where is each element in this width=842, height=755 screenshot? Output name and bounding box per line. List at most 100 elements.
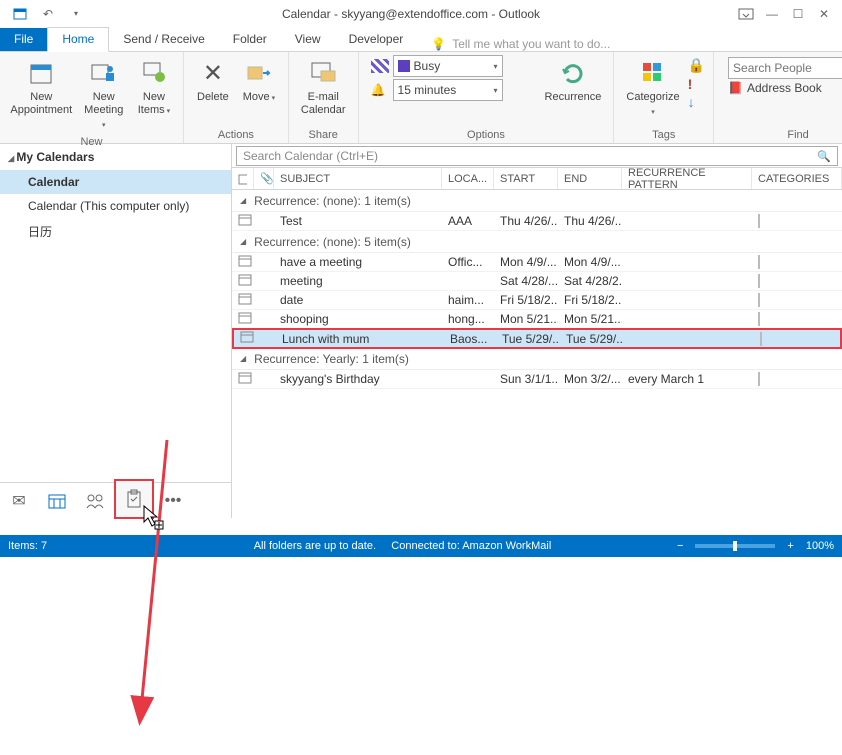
ribbon-group-new: New Appointment New Meeting New Items Ne… xyxy=(0,52,184,143)
maximize-icon[interactable]: ☐ xyxy=(786,3,810,25)
table-row[interactable]: datehaim...Fri 5/18/2...Fri 5/18/2... xyxy=(232,291,842,310)
table-row[interactable]: TestAAAThu 4/26/...Thu 4/26/... xyxy=(232,212,842,231)
undo-icon[interactable]: ↶ xyxy=(36,3,60,25)
search-calendar-input[interactable]: Search Calendar (Ctrl+E) xyxy=(236,146,838,166)
recurrence-icon xyxy=(557,57,589,89)
close-icon[interactable]: ✕ xyxy=(812,3,836,25)
show-as-combo[interactable]: Busy xyxy=(393,55,503,77)
email-calendar-icon xyxy=(307,57,339,89)
window-menu-icon[interactable] xyxy=(8,3,32,25)
col-recurrence[interactable]: RECURRENCE PATTERN xyxy=(622,168,752,189)
nav-item-calendar[interactable]: Calendar xyxy=(0,170,231,194)
cell-categories xyxy=(752,293,842,307)
zoom-out-icon[interactable]: − xyxy=(677,540,683,552)
cell-start: Fri 5/18/2... xyxy=(494,293,558,307)
table-row[interactable]: Lunch with mumBaos...Tue 5/29/...Tue 5/2… xyxy=(232,328,842,349)
calendar-item-icon xyxy=(232,372,254,387)
cell-categories xyxy=(752,312,842,326)
qat-customize-icon[interactable]: ▾ xyxy=(64,3,88,25)
cell-start: Mon 5/21... xyxy=(494,312,558,326)
group-label-share: Share xyxy=(297,127,350,141)
group-row[interactable]: Recurrence: Yearly: 1 item(s) xyxy=(232,348,842,370)
search-people-input[interactable] xyxy=(728,57,842,79)
address-book-button[interactable]: 📕 Address Book xyxy=(728,81,842,95)
col-end[interactable]: END xyxy=(558,168,622,189)
new-meeting-button[interactable]: New Meeting xyxy=(79,55,129,134)
group-row[interactable]: Recurrence: (none): 1 item(s) xyxy=(232,190,842,212)
nav-switcher: ✉ ••• xyxy=(0,482,231,518)
cell-end: Thu 4/26/... xyxy=(558,214,622,228)
cell-end: Tue 5/29/... xyxy=(560,332,624,346)
new-items-button[interactable]: New Items xyxy=(133,55,175,134)
calendar-item-icon xyxy=(232,214,254,229)
minimize-icon[interactable]: — xyxy=(760,3,784,25)
people-icon[interactable] xyxy=(76,483,114,519)
cell-subject: meeting xyxy=(274,274,442,288)
group-row[interactable]: Recurrence: (none): 5 item(s) xyxy=(232,231,842,253)
cell-location: hong... xyxy=(442,312,494,326)
tab-view[interactable]: View xyxy=(281,28,335,51)
calendar-item-icon xyxy=(232,274,254,289)
grid-header: 📎 SUBJECT LOCA... START END RECURRENCE P… xyxy=(232,168,842,190)
col-start[interactable]: START xyxy=(494,168,558,189)
table-row[interactable]: shoopinghong...Mon 5/21...Mon 5/21... xyxy=(232,310,842,329)
cell-location: Baos... xyxy=(444,332,496,346)
zoom-in-icon[interactable]: + xyxy=(787,540,793,552)
col-attachment[interactable]: 📎 xyxy=(254,168,274,189)
tab-folder[interactable]: Folder xyxy=(219,28,281,51)
tab-file[interactable]: File xyxy=(0,28,47,51)
status-connection: Connected to: Amazon WorkMail xyxy=(391,540,551,552)
cell-subject: have a meeting xyxy=(274,255,442,269)
ribbon-options-icon[interactable] xyxy=(734,3,758,25)
nav-item-calendar-local[interactable]: Calendar (This computer only) xyxy=(0,194,231,218)
private-icon[interactable]: 🔒 xyxy=(688,57,705,74)
table-row[interactable]: have a meetingOffic...Mon 4/9/...Mon 4/9… xyxy=(232,253,842,272)
col-categories[interactable]: CATEGORIES xyxy=(752,168,842,189)
calendar-item-icon xyxy=(232,293,254,308)
reminder-combo[interactable]: 15 minutes xyxy=(393,79,503,101)
move-button[interactable]: Move xyxy=(238,55,280,127)
calendar-item-icon xyxy=(234,331,256,346)
ribbon-group-tags: Categorize 🔒 ! ↓ Tags xyxy=(614,52,714,143)
bulb-icon: 💡 xyxy=(431,37,446,51)
table-row[interactable]: meetingSat 4/28/...Sat 4/28/2... xyxy=(232,272,842,291)
cell-subject: shooping xyxy=(274,312,442,326)
col-subject[interactable]: SUBJECT xyxy=(274,168,442,189)
col-icon[interactable] xyxy=(232,168,254,189)
low-importance-icon[interactable]: ↓ xyxy=(688,94,705,110)
tell-me-text: Tell me what you want to do... xyxy=(452,37,610,51)
cell-location: AAA xyxy=(442,214,494,228)
nav-item-calendar-cn[interactable]: 日历 xyxy=(0,218,231,245)
recurrence-button[interactable]: Recurrence xyxy=(541,55,606,127)
tab-home[interactable]: Home xyxy=(47,27,109,52)
appointment-icon xyxy=(25,57,57,89)
high-importance-icon[interactable]: ! xyxy=(688,76,705,92)
cell-location: haim... xyxy=(442,293,494,307)
cell-start: Sun 3/1/1... xyxy=(494,372,558,386)
tell-me-search[interactable]: 💡 Tell me what you want to do... xyxy=(431,37,610,51)
col-location[interactable]: LOCA... xyxy=(442,168,494,189)
cell-subject: skyyang's Birthday xyxy=(274,372,442,386)
tasks-icon[interactable] xyxy=(114,479,154,519)
email-calendar-button[interactable]: E-mail Calendar xyxy=(297,55,350,127)
tab-developer[interactable]: Developer xyxy=(335,28,418,51)
tab-send-receive[interactable]: Send / Receive xyxy=(109,28,218,51)
show-as-row[interactable]: Busy xyxy=(371,55,537,77)
ribbon-group-share: E-mail Calendar Share xyxy=(289,52,359,143)
calendar-icon[interactable] xyxy=(38,483,76,519)
cell-categories xyxy=(752,214,842,228)
delete-button[interactable]: ✕ Delete xyxy=(192,55,234,127)
reminder-row[interactable]: 🔔 15 minutes xyxy=(371,79,537,101)
mail-icon[interactable]: ✉ xyxy=(0,483,38,519)
categorize-button[interactable]: Categorize xyxy=(622,55,683,127)
new-appointment-button[interactable]: New Appointment xyxy=(8,55,75,134)
nav-header-my-calendars[interactable]: My Calendars xyxy=(0,144,231,170)
ribbon: New Appointment New Meeting New Items Ne… xyxy=(0,52,842,144)
table-row[interactable]: skyyang's BirthdaySun 3/1/1...Mon 3/2/..… xyxy=(232,370,842,389)
group-label-actions: Actions xyxy=(192,127,280,141)
more-icon[interactable]: ••• xyxy=(154,483,192,519)
cell-end: Sat 4/28/2... xyxy=(558,274,622,288)
cell-subject: Lunch with mum xyxy=(276,332,444,346)
calendar-item-icon xyxy=(232,255,254,270)
group-label-options: Options xyxy=(367,127,606,141)
